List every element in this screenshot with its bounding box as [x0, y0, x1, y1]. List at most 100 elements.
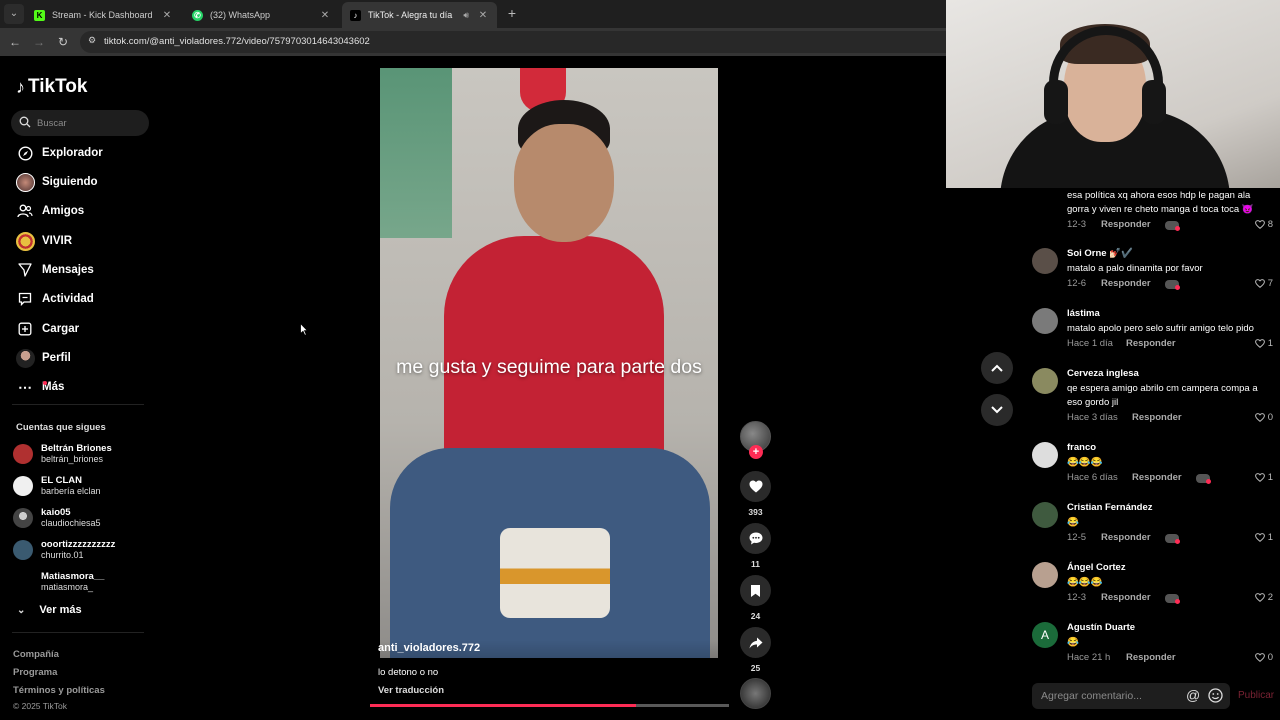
chevron-down-icon: ⌄: [17, 604, 26, 616]
avatar[interactable]: [1032, 368, 1058, 394]
heart-outline-icon: [1254, 473, 1265, 482]
webcam-overlay: [946, 0, 1280, 188]
close-icon[interactable]: ✕: [159, 10, 175, 21]
reload-icon[interactable]: ↻: [55, 34, 71, 50]
tab-kick[interactable]: K Stream - Kick Dashboard ✕: [26, 2, 181, 28]
footer-program-link[interactable]: Programa: [13, 667, 57, 678]
following-item[interactable]: ooortizzzzzzzzzz churrito.01: [13, 536, 115, 564]
following-item[interactable]: Matiasmora__ matiasmora_: [13, 568, 104, 596]
follow-plus-button[interactable]: +: [749, 445, 763, 459]
comment-text: 😂😂😂: [1067, 577, 1103, 588]
new-tab-button[interactable]: +: [505, 5, 519, 21]
reply-button[interactable]: Responder: [1101, 278, 1151, 289]
nav-mensajes[interactable]: Mensajes: [15, 258, 94, 282]
comment-author[interactable]: Cristian Fernández: [1067, 502, 1153, 513]
close-icon[interactable]: ✕: [475, 10, 491, 21]
translate-link[interactable]: Ver traducción: [378, 685, 444, 696]
comment-placeholder: Agregar comentario...: [1041, 690, 1142, 702]
nav-label: Cargar: [42, 323, 80, 335]
url-field[interactable]: ⚙ tiktok.com/@anti_violadores.772/video/…: [80, 31, 946, 53]
like-button[interactable]: [740, 471, 771, 502]
following-username: claudiochiesa5: [41, 518, 101, 528]
avatar[interactable]: [1032, 442, 1058, 468]
back-icon[interactable]: ←: [7, 34, 23, 50]
comment-like-button[interactable]: 1: [1254, 532, 1273, 543]
next-video-button[interactable]: [981, 394, 1013, 426]
reply-button[interactable]: Responder: [1101, 532, 1151, 543]
avatar[interactable]: [1032, 562, 1058, 588]
tab-tiktok[interactable]: ♪ TikTok - Alegra tu día 🔊︎ ✕: [342, 2, 497, 28]
reply-button[interactable]: Responder: [1132, 472, 1182, 483]
video-progress-bar[interactable]: [370, 704, 729, 707]
comment-like-button[interactable]: 0: [1254, 652, 1273, 663]
comment-date: 12-3: [1067, 219, 1087, 230]
reply-button[interactable]: Responder: [1126, 652, 1176, 663]
comment-button[interactable]: [740, 523, 771, 554]
following-item[interactable]: Beltrán Briones beltrán_briones: [13, 440, 112, 468]
previous-video-button[interactable]: [981, 352, 1013, 384]
reply-button[interactable]: Responder: [1101, 219, 1151, 230]
nav-mas[interactable]: ⋯ Más: [15, 375, 64, 399]
speaker-icon[interactable]: 🔊︎: [463, 10, 469, 21]
comment-item: A Agustín Duarte 😂 Hace 21 h Responder 0: [1024, 622, 1280, 678]
comment-like-button[interactable]: 1: [1254, 472, 1273, 483]
tab-search-menu[interactable]: ⌄: [4, 4, 24, 24]
see-more-button[interactable]: ⌄ Ver más: [17, 604, 82, 616]
nav-amigos[interactable]: Amigos: [15, 199, 84, 223]
following-item[interactable]: EL CLAN barbería elclan: [13, 472, 101, 500]
publish-button[interactable]: Publicar: [1238, 690, 1274, 701]
share-button[interactable]: [740, 627, 771, 658]
avatar[interactable]: [1032, 308, 1058, 334]
footer-terms-link[interactable]: Términos y políticas: [13, 685, 105, 696]
comment-author[interactable]: Soi Orne 💅🏻✔️: [1067, 248, 1133, 259]
emoji-icon[interactable]: [1208, 688, 1223, 703]
comment-input[interactable]: Agregar comentario... @: [1032, 683, 1230, 709]
tiktok-logo[interactable]: ♪ TikTok: [16, 76, 87, 98]
nav-explorador[interactable]: Explorador: [15, 141, 103, 165]
comment-author[interactable]: Cerveza inglesa: [1067, 368, 1139, 379]
comment-like-button[interactable]: 0: [1254, 412, 1273, 423]
see-more-label: Ver más: [39, 604, 82, 616]
tiktok-icon: ♪: [350, 9, 361, 21]
comment-like-button[interactable]: 1: [1254, 338, 1273, 349]
sound-disc[interactable]: [740, 678, 771, 709]
comment-item: esa política xq ahora esos hdp le pagan …: [1024, 188, 1280, 234]
save-button[interactable]: [740, 575, 771, 606]
comment-like-button[interactable]: 8: [1254, 219, 1273, 230]
avatar[interactable]: A: [1032, 622, 1058, 648]
close-icon[interactable]: ✕: [317, 10, 333, 21]
nav-label: Mensajes: [42, 264, 94, 276]
site-settings-icon[interactable]: ⚙: [88, 35, 100, 47]
avatar[interactable]: [1032, 502, 1058, 528]
following-username: matiasmora_: [41, 582, 94, 592]
comment-author[interactable]: lástima: [1067, 308, 1100, 319]
tab-whatsapp[interactable]: ✆ (32) WhatsApp ✕: [184, 2, 339, 28]
video-player[interactable]: me gusta y seguime para parte dos: [380, 68, 718, 658]
comment-author[interactable]: Agustín Duarte: [1067, 622, 1135, 633]
nav-vivir[interactable]: VIVIR: [15, 229, 72, 253]
search-input[interactable]: Buscar: [11, 110, 149, 136]
footer-company-link[interactable]: Compañía: [13, 649, 59, 660]
comment-author[interactable]: Ángel Cortez: [1067, 562, 1126, 573]
avatar[interactable]: [1032, 248, 1058, 274]
nav-cargar[interactable]: Cargar: [15, 317, 79, 341]
video-author[interactable]: anti_violadores.772: [378, 642, 480, 654]
nav-siguiendo[interactable]: Siguiendo: [15, 170, 98, 194]
nav-actividad[interactable]: Actividad: [15, 287, 94, 311]
comment-author[interactable]: franco: [1067, 442, 1096, 453]
reply-button[interactable]: Responder: [1126, 338, 1176, 349]
mention-icon[interactable]: @: [1186, 687, 1200, 703]
brand-name: TikTok: [28, 76, 88, 97]
following-item[interactable]: kaio05 claudiochiesa5: [13, 504, 101, 532]
reply-button[interactable]: Responder: [1101, 592, 1151, 603]
compass-icon: [15, 143, 35, 163]
nav-label: Explorador: [42, 147, 103, 159]
like-count: 393: [748, 507, 763, 517]
nav-perfil[interactable]: Perfil: [15, 346, 71, 370]
comment-like-button[interactable]: 2: [1254, 592, 1273, 603]
comment-like-button[interactable]: 7: [1254, 278, 1273, 289]
reply-button[interactable]: Responder: [1132, 412, 1182, 423]
heart-outline-icon: [1254, 653, 1265, 662]
nav-label: Amigos: [42, 205, 85, 217]
forward-icon[interactable]: →: [31, 34, 47, 50]
